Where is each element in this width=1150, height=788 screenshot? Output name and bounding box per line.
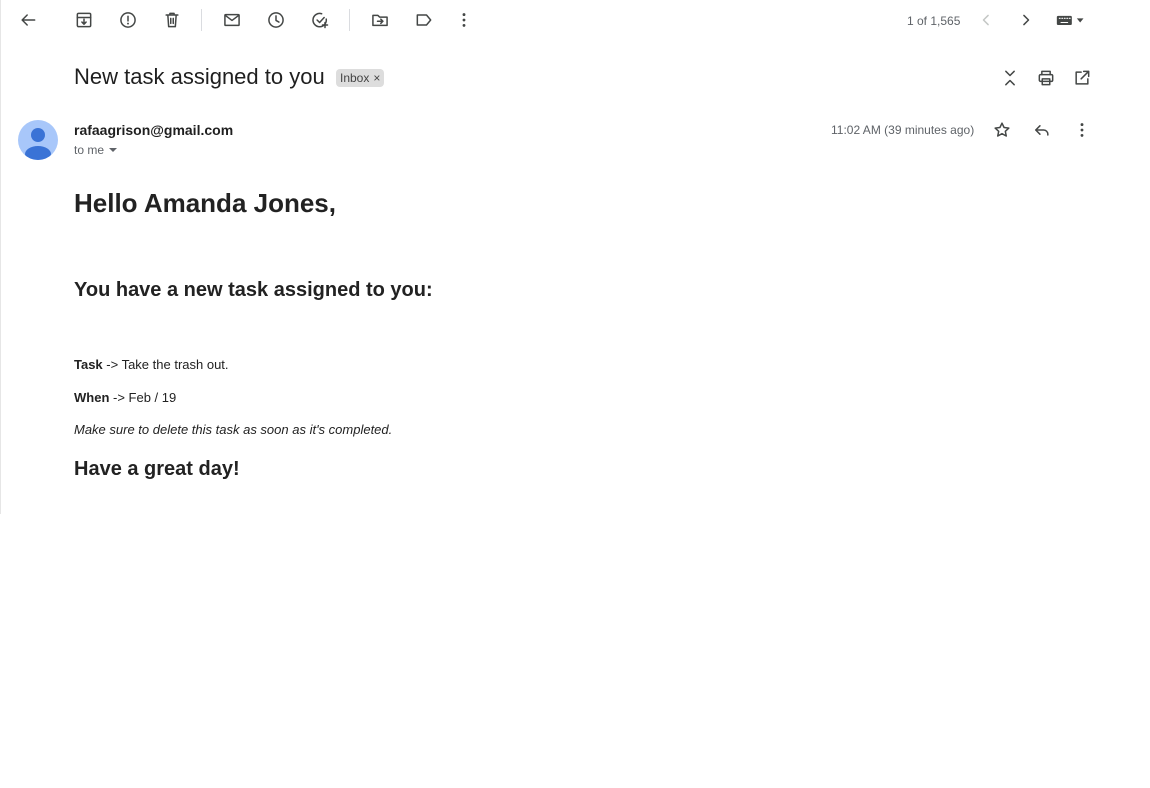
message-pane: 1 of 1,565 New task assigned to you Inbo… xyxy=(0,0,1150,514)
email-subject: New task assigned to you xyxy=(74,64,325,89)
expand-all-icon[interactable] xyxy=(998,66,1022,90)
completion-note: Make sure to delete this task as soon as… xyxy=(74,422,393,437)
when-label: When xyxy=(74,390,110,405)
delete-icon[interactable] xyxy=(160,8,184,32)
newer-chevron-left-icon[interactable] xyxy=(974,8,998,32)
label-icon[interactable] xyxy=(412,8,436,32)
add-to-tasks-icon[interactable] xyxy=(308,8,332,32)
label-chip-text: Inbox xyxy=(340,71,370,85)
older-chevron-right-icon[interactable] xyxy=(1014,8,1038,32)
message-more-vert-icon[interactable] xyxy=(1070,118,1094,142)
star-icon[interactable] xyxy=(990,118,1014,142)
recipient-text: to me xyxy=(74,143,105,157)
sender-avatar[interactable] xyxy=(18,120,58,160)
move-to-icon[interactable] xyxy=(368,8,392,32)
task-label: Task xyxy=(74,357,103,372)
email-body: Hello Amanda Jones, You have a new task … xyxy=(74,182,874,480)
sender-email[interactable]: rafaagrison@gmail.com xyxy=(74,122,233,138)
archive-icon[interactable] xyxy=(72,8,96,32)
recipient-details[interactable]: to me xyxy=(74,143,118,157)
closing-heading: Have a great day! xyxy=(74,458,240,480)
toolbar-divider xyxy=(201,9,202,31)
mark-unread-icon[interactable] xyxy=(220,8,244,32)
when-line: When -> Feb / 19 xyxy=(74,390,176,405)
toolbar-divider xyxy=(349,9,350,31)
remove-label-icon[interactable]: × xyxy=(373,71,380,85)
more-vert-icon[interactable] xyxy=(452,8,476,32)
inbox-label-chip[interactable]: Inbox × xyxy=(336,69,385,87)
print-icon[interactable] xyxy=(1034,66,1058,90)
report-spam-icon[interactable] xyxy=(116,8,140,32)
greeting-heading: Hello Amanda Jones, xyxy=(74,188,336,218)
task-value: -> Take the trash out. xyxy=(102,357,229,372)
message-counter: 1 of 1,565 xyxy=(907,14,961,28)
open-in-new-window-icon[interactable] xyxy=(1070,66,1094,90)
back-arrow-icon[interactable] xyxy=(16,8,40,32)
intro-heading: You have a new task assigned to you: xyxy=(74,279,433,301)
task-line: Task -> Take the trash out. xyxy=(74,357,229,372)
keyboard-input-icon[interactable] xyxy=(1053,8,1089,32)
snooze-icon[interactable] xyxy=(264,8,288,32)
chevron-down-icon xyxy=(109,148,118,152)
reply-icon[interactable] xyxy=(1030,118,1054,142)
when-value: -> Feb / 19 xyxy=(109,390,177,405)
message-timestamp: 11:02 AM (39 minutes ago) xyxy=(831,123,975,137)
